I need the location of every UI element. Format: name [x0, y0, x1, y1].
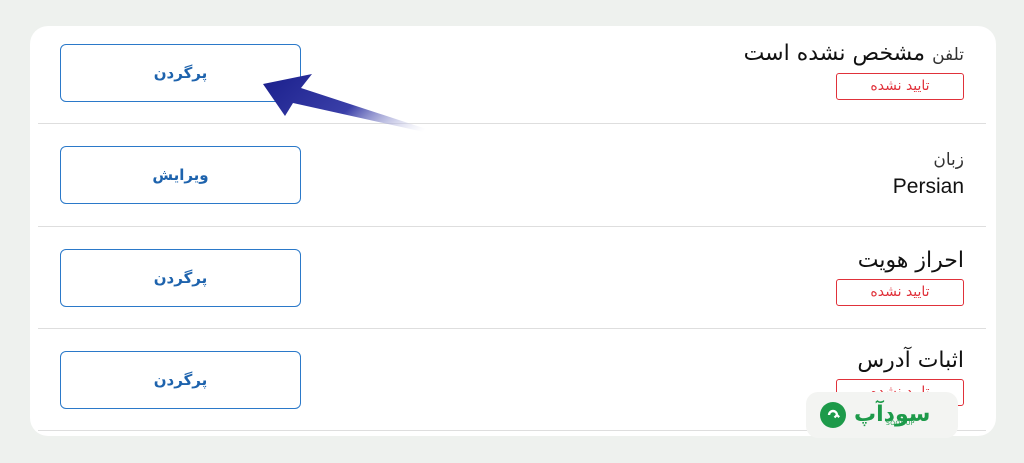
phone-value: مشخص نشده است — [743, 41, 926, 66]
identity-return-button[interactable]: پرگردن — [60, 249, 301, 307]
language-label: زبان — [933, 150, 964, 170]
address-title: اثبات آدرس — [836, 347, 964, 375]
language-value: Persian — [892, 175, 964, 198]
language-edit-button[interactable]: ویرایش — [60, 146, 301, 204]
phone-title: تلفن مشخص نشده است — [744, 40, 964, 69]
identity-info: احراز هویت تایید نشده — [836, 247, 964, 306]
brand-watermark: سودآپ — [806, 392, 958, 438]
phone-label: تلفن — [932, 45, 964, 65]
phone-row: پرگردن تلفن مشخص نشده است تایید نشده — [38, 26, 964, 128]
language-info: زبان Persian — [893, 148, 964, 202]
arrow-pointer-icon — [263, 74, 460, 140]
identity-status-badge: تایید نشده — [836, 279, 964, 306]
address-label: اثبات آدرس — [857, 348, 964, 373]
address-return-button[interactable]: پرگردن — [60, 351, 301, 409]
identity-row: پرگردن احراز هویت تایید نشده — [38, 227, 964, 329]
identity-title: احراز هویت — [836, 247, 964, 275]
brand-subtitle: SOODUP — [886, 420, 915, 427]
soodup-logo-icon — [820, 402, 846, 428]
account-verification-card: پرگردن تلفن مشخص نشده است تایید نشده ویر… — [30, 26, 996, 436]
language-row: ویرایش زبان Persian — [38, 124, 964, 226]
phone-info: تلفن مشخص نشده است تایید نشده — [744, 40, 964, 100]
phone-status-badge: تایید نشده — [836, 73, 964, 100]
identity-label: احراز هویت — [857, 248, 964, 273]
